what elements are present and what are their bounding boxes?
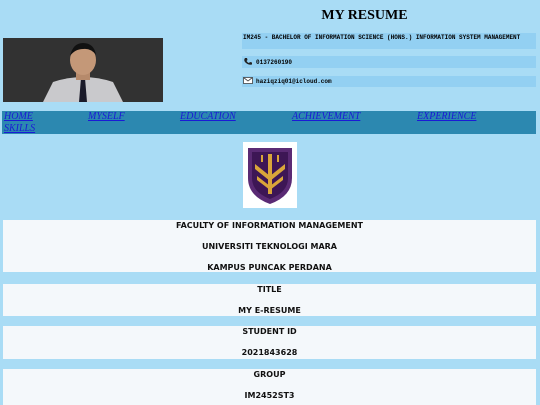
email-text: haziqziq01@icloud.com bbox=[256, 78, 332, 85]
student-id-card: STUDENT ID 2021843628 bbox=[3, 326, 536, 359]
student-id-label: STUDENT ID bbox=[242, 327, 297, 336]
program-field: IM245 - BACHELOR OF INFORMATION SCIENCE … bbox=[242, 33, 536, 49]
email-field: haziqziq01@icloud.com bbox=[242, 76, 536, 87]
nav-bar: HOME MYSELF EDUCATION ACHIEVEMENT EXPERI… bbox=[2, 111, 536, 134]
title-value: MY E-RESUME bbox=[238, 306, 301, 315]
phone-text: 0137260190 bbox=[256, 58, 293, 66]
title-label: TITLE bbox=[257, 285, 282, 294]
nav-skills[interactable]: SKILLS bbox=[4, 123, 35, 134]
nav-home[interactable]: HOME bbox=[4, 111, 33, 122]
nav-myself[interactable]: MYSELF bbox=[88, 111, 125, 122]
phone-field: 0137260190 bbox=[242, 56, 536, 68]
group-label: GROUP bbox=[253, 370, 286, 379]
page-title: MY RESUME bbox=[321, 8, 408, 23]
faculty-card: FACULTY OF INFORMATION MANAGEMENT UNIVER… bbox=[3, 220, 536, 272]
group-value: IM2452ST3 bbox=[244, 391, 295, 400]
program-text: IM245 - BACHELOR OF INFORMATION SCIENCE … bbox=[243, 34, 521, 41]
university-text: UNIVERSITI TEKNOLOGI MARA bbox=[201, 242, 337, 251]
nav-education[interactable]: EDUCATION bbox=[180, 111, 236, 122]
faculty-text: FACULTY OF INFORMATION MANAGEMENT bbox=[176, 221, 363, 230]
title-card: TITLE MY E-RESUME bbox=[3, 284, 536, 316]
campus-text: KAMPUS PUNCAK PERDANA bbox=[207, 263, 332, 272]
university-logo bbox=[243, 142, 297, 208]
nav-achievement[interactable]: ACHIEVEMENT bbox=[292, 111, 360, 122]
nav-experience[interactable]: EXPERIENCE bbox=[417, 111, 476, 122]
group-card: GROUP IM2452ST3 bbox=[3, 369, 536, 405]
email-icon bbox=[243, 77, 253, 86]
phone-icon bbox=[243, 57, 253, 68]
profile-photo bbox=[3, 38, 163, 102]
student-id-value: 2021843628 bbox=[241, 348, 298, 357]
